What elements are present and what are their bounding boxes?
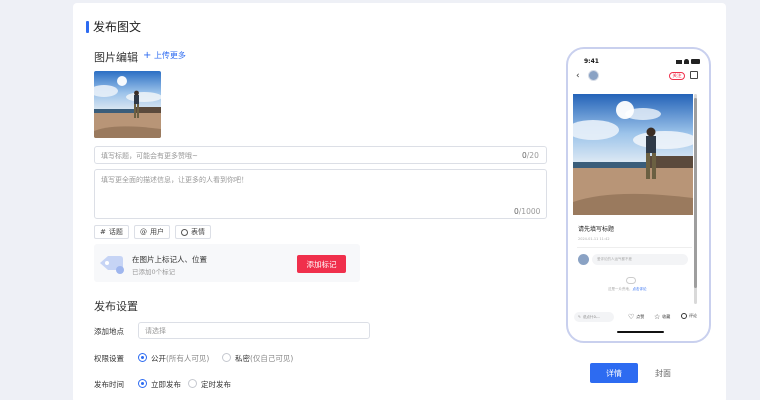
location-label: 添加地点 [94, 327, 124, 336]
collect-label: 收藏 [662, 314, 671, 319]
tab-cover[interactable]: 封面 [640, 363, 686, 383]
mark-title: 在图片上标记人、位置 [132, 255, 207, 264]
image-thumbnail[interactable] [94, 71, 161, 138]
plus-icon: + [143, 50, 152, 61]
image-edit-title: 图片编辑 [94, 51, 138, 64]
publish-now-radio[interactable] [138, 379, 147, 388]
permission-private-text: 私密 [235, 354, 250, 363]
add-mark-button[interactable]: 添加标记 [297, 255, 346, 273]
preview-post-title: 请先填写标题 [578, 226, 615, 233]
pencil-icon: ✎ [578, 315, 581, 319]
title-accent-bar [86, 20, 89, 33]
empty-comment-link[interactable]: 点击评论 [633, 287, 647, 291]
wifi-icon [684, 59, 689, 64]
upload-more-label: 上传更多 [153, 51, 186, 60]
smile-icon [181, 228, 188, 236]
mark-subtitle: 已添加0个标记 [132, 268, 176, 276]
permission-private-radio[interactable] [222, 353, 231, 362]
home-indicator [617, 331, 664, 333]
bottom-comment-input[interactable]: ✎ 说点什么... [574, 312, 614, 322]
description-counter: 0/1000 [514, 207, 540, 216]
like-label: 点赞 [636, 314, 645, 319]
back-icon[interactable]: ‹ [576, 71, 580, 81]
permission-private-label[interactable]: 私密(仅自己可见) [235, 353, 293, 364]
commenter-avatar [578, 254, 589, 265]
share-icon[interactable] [690, 71, 698, 79]
preview-scrollbar[interactable] [694, 94, 697, 304]
tag-illustration-icon [100, 256, 124, 274]
publish-scheduled-label[interactable]: 定时发布 [201, 379, 231, 390]
empty-text: 这是一片荒地， [608, 287, 633, 291]
bottom-comment-placeholder: 说点什么... [582, 314, 601, 319]
permission-private-note: (仅自己可见) [250, 354, 294, 363]
title-counter: 0/20 [522, 151, 539, 160]
like-button[interactable]: ♡ 点赞 [628, 313, 644, 321]
avatar[interactable] [588, 70, 599, 81]
collect-button[interactable]: ☆ 收藏 [654, 313, 670, 321]
upload-more-button[interactable]: + 上传更多 [143, 50, 186, 61]
battery-icon [691, 59, 700, 64]
user-chip-label: 用户 [150, 228, 164, 236]
comment-bubble-icon [681, 313, 687, 319]
scrollbar-thumb[interactable] [694, 98, 697, 288]
photo-image [94, 71, 161, 138]
comment-label: 评论 [689, 313, 697, 318]
phone-preview: 9:41 ‹ 关注 请先填写标题 2024-01-11 11:42 爱评论的人运… [566, 47, 711, 343]
hash-icon: # [100, 228, 106, 236]
user-chip-button[interactable]: @ 用户 [134, 225, 170, 239]
at-icon: @ [140, 228, 147, 236]
comment-button[interactable]: 评论 [681, 313, 697, 319]
title-placeholder: 填写标题，可能会有更多赞哦~ [101, 152, 198, 160]
emoji-chip-button[interactable]: 表情 [175, 225, 211, 239]
publish-time-label: 发布时间 [94, 380, 124, 389]
follow-button[interactable]: 关注 [669, 72, 685, 80]
preview-photo [573, 94, 693, 215]
publish-now-label[interactable]: 立即发布 [151, 379, 181, 390]
heart-icon: ♡ [628, 313, 635, 321]
preview-date: 2024-01-11 11:42 [578, 237, 610, 241]
topic-chip-label: 话题 [108, 228, 123, 236]
description-placeholder: 填写更全面的描述信息，让更多的人看到你吧！ [101, 176, 248, 184]
description-max: /1000 [518, 207, 541, 216]
preview-divider [577, 247, 692, 248]
empty-comments-text: 这是一片荒地，点击评论 [608, 287, 647, 292]
star-icon: ☆ [654, 313, 661, 321]
permission-public-radio[interactable] [138, 353, 147, 362]
comment-input[interactable]: 爱评论的人运气都不差 [592, 254, 688, 265]
permission-public-note: (所有人可见) [166, 354, 210, 363]
status-icons [676, 59, 700, 64]
permission-public-label[interactable]: 公开(所有人可见) [151, 353, 209, 364]
empty-comments-icon [626, 277, 636, 284]
tab-details[interactable]: 详情 [590, 363, 638, 383]
title-max: /20 [526, 151, 539, 160]
page-title-text: 发布图文 [93, 20, 142, 34]
location-placeholder: 请选择 [145, 327, 166, 335]
signal-icon [676, 60, 682, 64]
publish-settings-title: 发布设置 [94, 300, 138, 313]
permission-label: 权限设置 [94, 354, 124, 363]
permission-public-text: 公开 [151, 354, 166, 363]
emoji-chip-label: 表情 [191, 228, 205, 236]
topic-chip-button[interactable]: # 话题 [94, 225, 129, 239]
publish-scheduled-radio[interactable] [188, 379, 197, 388]
page-title: 发布图文 [86, 18, 141, 35]
status-time: 9:41 [584, 58, 599, 65]
location-select[interactable] [138, 322, 370, 339]
